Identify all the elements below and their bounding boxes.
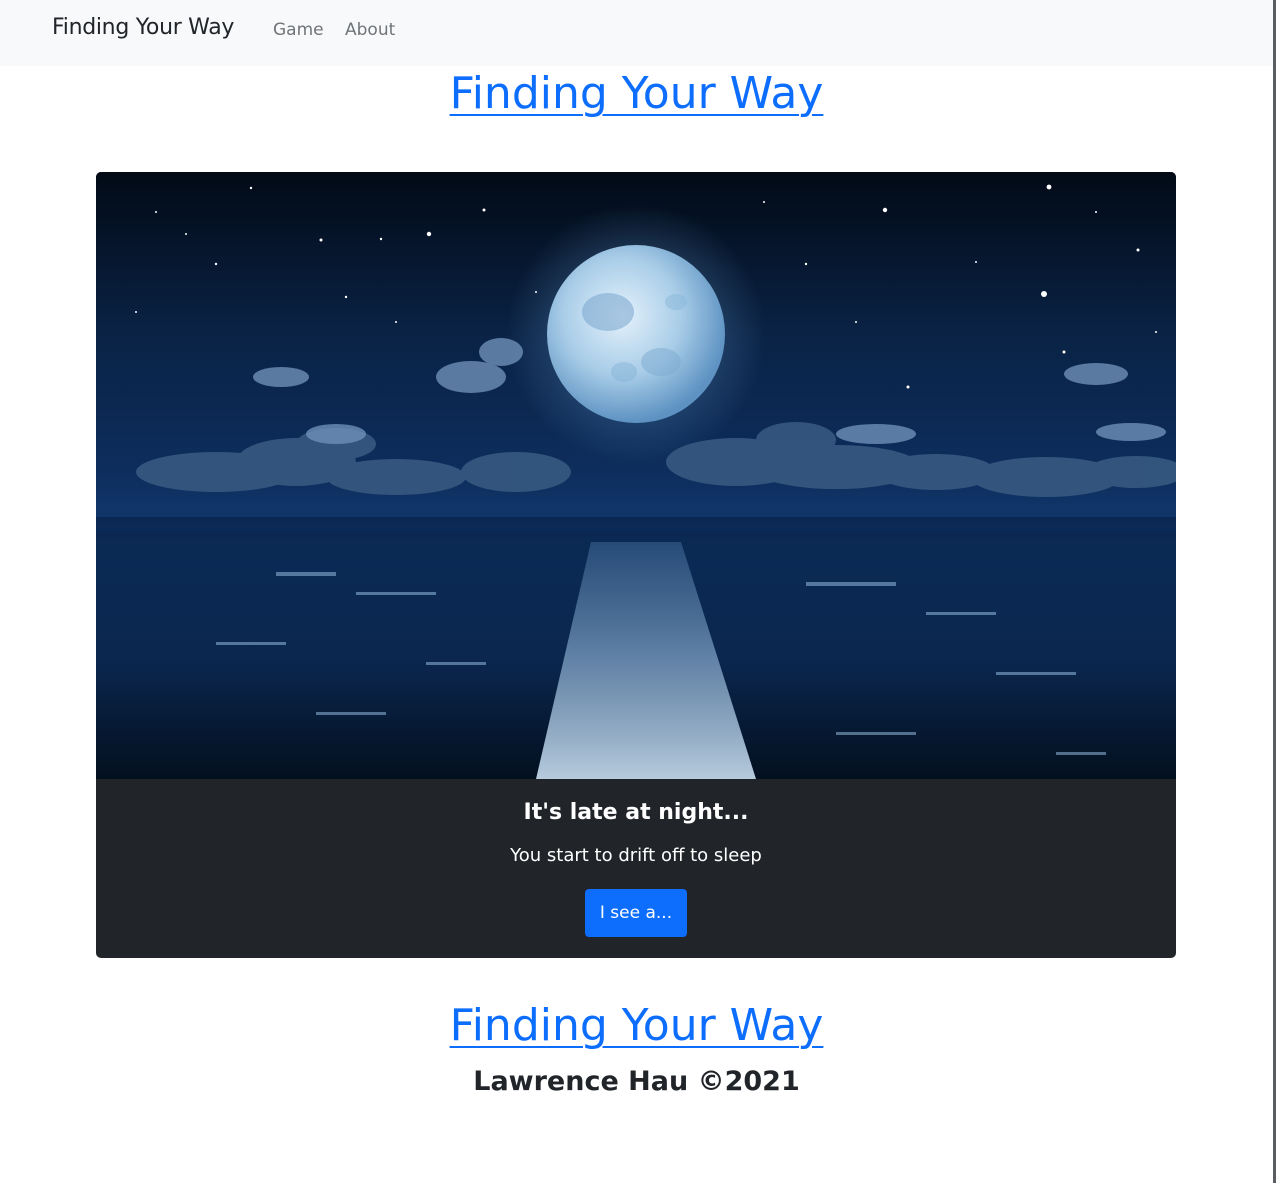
navbar-brand[interactable]: Finding Your Way (52, 15, 234, 40)
card-text: You start to drift off to sleep (510, 845, 762, 866)
moonlit-night-sea-image (96, 172, 1176, 779)
nav-link-about[interactable]: About (345, 20, 395, 40)
card-title: It's late at night... (523, 800, 749, 825)
continue-button[interactable]: I see a... (585, 889, 687, 937)
footer-title-link[interactable]: Finding Your Way (0, 1000, 1273, 1051)
navbar: Finding Your Way Game About (0, 0, 1273, 66)
nav-link-game[interactable]: Game (273, 20, 324, 40)
story-card: It's late at night... You start to drift… (96, 172, 1176, 958)
footer-credit: Lawrence Hau ©2021 (473, 1066, 800, 1097)
page-title-link[interactable]: Finding Your Way (0, 68, 1273, 119)
